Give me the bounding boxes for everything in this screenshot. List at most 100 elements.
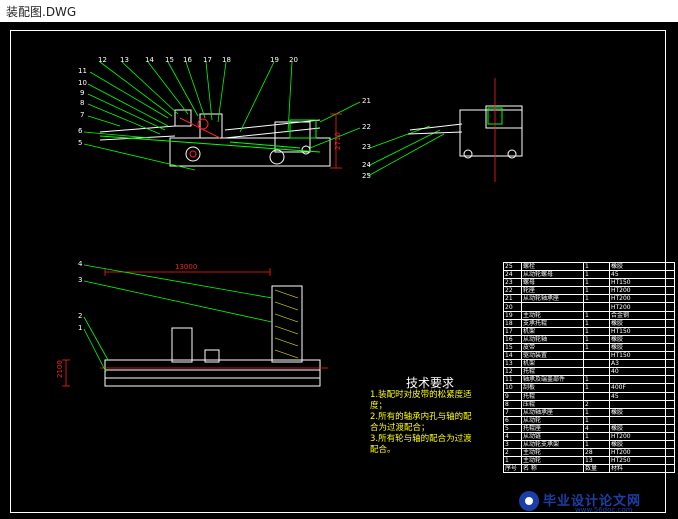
bom-cell: 40 [609, 367, 675, 377]
bom-cell: 从动轮轴承座 [521, 294, 584, 304]
technical-requirements-heading: 技术要求 [406, 376, 455, 390]
bom-row: 22 轮座 1 HT200 [503, 286, 675, 296]
bom-cell: 机架 [521, 326, 584, 336]
note-line: 2.所有的轴承内孔与轴的配 [370, 412, 472, 422]
bom-cell: 1 [583, 318, 610, 328]
bom-row: 20 HT200 [503, 302, 675, 312]
bom-cell: 合金钢 [609, 310, 675, 320]
bom-cell: 5 [503, 423, 522, 433]
bom-cell: 24 [503, 270, 522, 280]
bom-cell: 螺母 [521, 278, 584, 288]
bom-cell: 16 [503, 334, 522, 344]
label-11: 11 [78, 67, 87, 75]
bom-row: 1 主动轮 13 HT250 [503, 456, 675, 466]
bom-row: 13 机架 A3 [503, 359, 675, 369]
bom-cell: 从动轮支承架 [521, 440, 584, 450]
label-19: 19 [270, 56, 279, 64]
bom-cell: 14 [503, 351, 522, 361]
bom-cell: 托辊座 [521, 423, 584, 433]
note-line: 1.装配时对皮带的松紧度适 [370, 390, 472, 400]
bom-cell: 1 [583, 407, 610, 417]
window-title: 装配图.DWG [6, 5, 77, 19]
bom-cell: HT150 [609, 326, 675, 336]
bom-cell: 序号 [503, 464, 522, 474]
bom-cell: 4 [503, 431, 522, 442]
bom-row: 11 轴承及端盖部件 1 [503, 375, 675, 385]
note-line: 合为过渡配合； [370, 423, 430, 433]
bom-row: 23 螺母 1 HT150 [503, 278, 675, 288]
label-14: 14 [145, 56, 154, 64]
bom-cell: 机架 [521, 359, 584, 369]
bom-cell: 橡胶 [609, 342, 675, 353]
bom-row: 16 从动轮轴 1 橡胶 [503, 334, 675, 344]
bom-cell: 数量 [583, 464, 610, 474]
bom-cell: 6 [503, 415, 522, 425]
label-6: 6 [78, 127, 83, 135]
bom-cell: 1 [583, 342, 610, 353]
label-9: 9 [80, 89, 84, 97]
bom-cell: 驱动装置 [521, 351, 584, 361]
bom-row: 3 从动轮支承架 1 橡胶 [503, 440, 675, 450]
bom-cell: 4 [583, 423, 610, 433]
note-line: 3.所有轮与轴的配合为过渡 [370, 434, 472, 444]
bom-row: 25 螺栓 1 橡胶 [503, 261, 675, 272]
bom-cell: 托辊 [521, 391, 584, 401]
label-24: 24 [362, 161, 371, 169]
bom-cell: 15 [503, 342, 522, 353]
bom-row: 17 机架 1 HT150 [503, 326, 675, 336]
bom-cell: HT200 [609, 431, 675, 442]
bom-cell: 橡胶 [609, 440, 675, 450]
bom-row: 14 驱动装置 HT150 [503, 351, 675, 361]
bom-cell [609, 415, 675, 425]
bom-cell: 2 [583, 399, 610, 409]
bom-row: 序号名 称数量 材料 [503, 464, 675, 474]
label-16: 16 [183, 56, 192, 64]
site-watermark-logo: 毕业设计论文网 www.56doc.com [517, 490, 675, 514]
bom-cell: 45 [609, 270, 675, 280]
bom-cell: 1 [503, 456, 522, 466]
bom-cell: 2 [503, 448, 522, 458]
bom-cell: 1 [583, 440, 610, 450]
bom-cell: 1 [583, 415, 610, 425]
bom-row: 21 从动轮轴承座 1 HT200 [503, 294, 675, 304]
bom-cell: 橡胶 [609, 423, 675, 433]
bom-cell: 45 [609, 391, 675, 401]
bom-cell: HT150 [609, 351, 675, 361]
bom-cell: 400F [609, 383, 675, 393]
bom-cell: 名 称 [521, 464, 584, 474]
bom-cell: 橡胶 [609, 407, 675, 417]
bom-cell: 13 [583, 456, 610, 466]
bom-cell: 1 [583, 270, 610, 280]
label-15: 15 [165, 56, 174, 64]
bom-cell: 3 [503, 440, 522, 450]
bom-cell: 轴承及端盖部件 [521, 375, 584, 385]
bom-cell: 8 [503, 399, 522, 409]
label-12: 12 [98, 56, 107, 64]
dimension-vertical: 2710 [334, 132, 342, 150]
bom-row: 19 主动轮 1 合金钢 [503, 310, 675, 320]
bom-table: 25 螺栓 1 橡胶 24 从动轮螺母 1 45 23 螺母 1 HT150 22 轮座 1 HT200 21 从… [503, 261, 675, 474]
bom-cell: 从动轴承座 [521, 407, 584, 417]
bom-cell: 1 [583, 431, 610, 442]
label-17: 17 [203, 56, 212, 64]
bom-cell: 22 [503, 286, 522, 296]
label-5: 5 [78, 139, 82, 147]
bom-cell: 1 [583, 334, 610, 344]
label-20: 20 [289, 56, 298, 64]
label-b2: 2 [78, 312, 82, 320]
bom-cell: 压辊 [521, 399, 584, 409]
bom-cell [583, 367, 610, 377]
bom-cell: 橡胶 [609, 318, 675, 328]
bom-cell: 1 [583, 294, 610, 304]
bom-cell: 托辊 [521, 367, 584, 377]
bom-cell: 20 [503, 302, 522, 312]
bom-cell: 材料 [609, 464, 675, 474]
logo-url: www.56doc.com [575, 506, 633, 514]
label-22: 22 [362, 123, 371, 131]
bom-cell: 21 [503, 294, 522, 304]
bom-cell: A3 [609, 359, 675, 369]
bom-cell [583, 302, 610, 312]
bom-cell: 1 [583, 286, 610, 296]
bom-cell: 25 [503, 261, 522, 272]
label-10: 10 [78, 79, 87, 87]
